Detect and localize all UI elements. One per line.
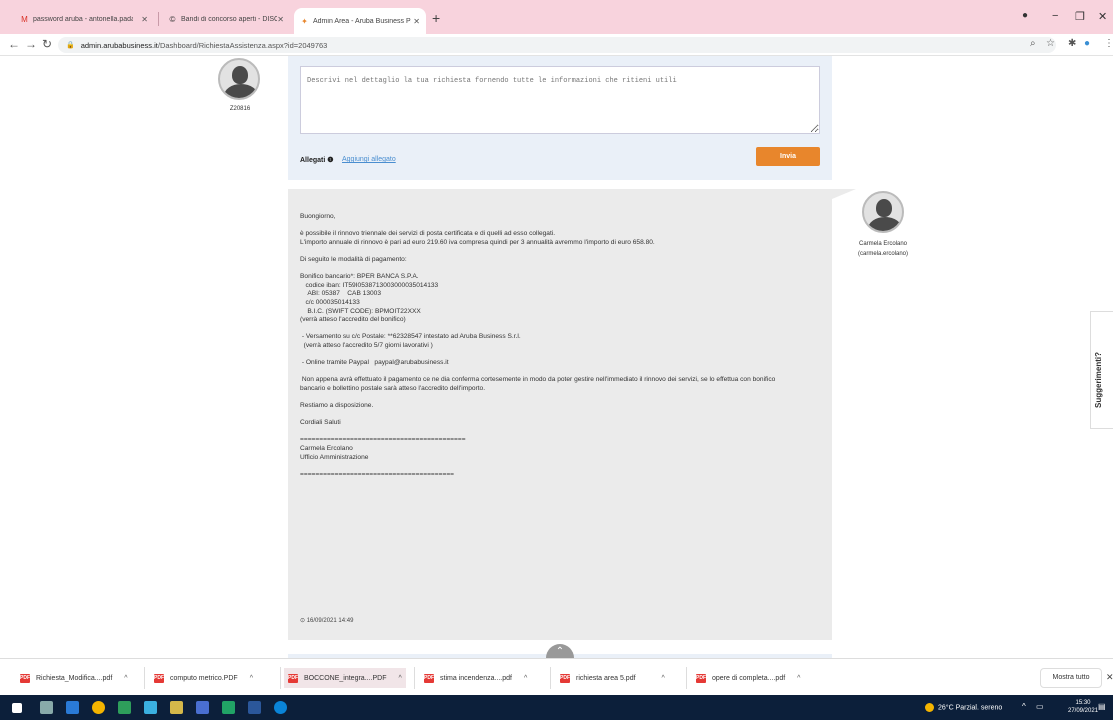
lock-icon: 🔒 bbox=[66, 42, 75, 49]
disco-icon: © bbox=[169, 14, 176, 24]
add-attachment-link[interactable]: Aggiungi allegato bbox=[342, 156, 396, 163]
download-item[interactable]: PDF stima incendenza....pdf ^ bbox=[424, 668, 527, 688]
network-icon[interactable]: ▭ bbox=[1036, 702, 1044, 711]
notifications-icon[interactable]: ▤ bbox=[1098, 702, 1106, 711]
tray-chevron-icon[interactable]: ^ bbox=[1022, 702, 1026, 711]
tab-disco[interactable]: © Bandi di concorso aperti - DISCo ✕ bbox=[162, 8, 290, 30]
pdf-icon: PDF bbox=[560, 673, 570, 683]
chevron-up-icon[interactable]: ^ bbox=[797, 675, 800, 682]
pdf-icon: PDF bbox=[154, 673, 164, 683]
download-item[interactable]: PDF BOCCONE_integra....PDF ^ bbox=[284, 668, 406, 688]
request-textarea[interactable] bbox=[300, 66, 820, 134]
pdf-icon: PDF bbox=[696, 673, 706, 683]
profile-avatar-icon[interactable]: ● bbox=[1084, 38, 1090, 49]
chevron-up-icon[interactable]: ^ bbox=[524, 675, 527, 682]
maximize-icon[interactable]: ❐ bbox=[1075, 10, 1085, 23]
extensions-icon[interactable]: ✱ bbox=[1068, 38, 1076, 49]
show-all-button[interactable]: Mostra tutto bbox=[1040, 668, 1102, 688]
page-content: Z20816 Allegati ❶ Aggiungi allegato Invi… bbox=[0, 56, 1113, 658]
operator-avatar bbox=[862, 191, 904, 233]
suggestions-tab[interactable]: Suggerimenti? bbox=[1090, 311, 1113, 429]
edge-icon[interactable] bbox=[274, 701, 287, 714]
tab-label: password aruba - antonella.pada bbox=[33, 15, 133, 23]
windows-start-icon[interactable] bbox=[12, 703, 22, 713]
download-item[interactable]: PDF richiesta area 5.pdf ^ bbox=[560, 668, 665, 688]
close-tab-icon[interactable]: ✕ bbox=[277, 15, 284, 24]
file-explorer-icon[interactable] bbox=[170, 701, 183, 714]
send-button[interactable]: Invia bbox=[756, 147, 820, 166]
download-item[interactable]: PDF Richiesta_Modifica....pdf ^ bbox=[20, 668, 128, 688]
download-item[interactable]: PDF opere di completa....pdf ^ bbox=[696, 668, 800, 688]
windows-taskbar: 26°C Parzial. sereno ^ ▭ 15:30 27/09/2021… bbox=[0, 695, 1113, 720]
app-icon[interactable] bbox=[144, 701, 157, 714]
close-window-icon[interactable]: ✕ bbox=[1098, 10, 1107, 23]
browser-tab-bar: M password aruba - antonella.pada ✕ © Ba… bbox=[0, 0, 1113, 34]
url-bar[interactable]: 🔒 admin.arubabusiness.it/Dashboard/Richi… bbox=[58, 37, 1056, 53]
tab-label: Bandi di concorso aperti - DISCo bbox=[181, 15, 277, 23]
info-icon: ❶ bbox=[327, 157, 334, 164]
download-item[interactable]: PDF computo metrico.PDF ^ bbox=[154, 668, 253, 688]
aruba-icon: ✦ bbox=[301, 16, 308, 26]
clock-icon: ⊙ bbox=[300, 618, 306, 624]
close-tab-icon[interactable]: ✕ bbox=[413, 17, 420, 26]
tab-divider bbox=[158, 12, 159, 26]
operator-name: Carmela Ercolano bbox=[858, 241, 908, 247]
clock[interactable]: 15:30 27/09/2021 bbox=[1068, 699, 1098, 715]
profile-dot-icon[interactable]: ● bbox=[1022, 10, 1028, 21]
forward-icon[interactable]: → bbox=[25, 37, 37, 51]
message-arrow bbox=[832, 189, 856, 199]
zoom-search-icon[interactable]: ⌕ bbox=[1030, 38, 1036, 49]
reload-icon[interactable]: ↻ bbox=[42, 37, 52, 51]
address-toolbar: ← → ↻ 🔒 admin.arubabusiness.it/Dashboard… bbox=[0, 34, 1113, 56]
pdf-icon: PDF bbox=[424, 673, 434, 683]
pdf-icon: PDF bbox=[288, 673, 298, 683]
tab-gmail[interactable]: M password aruba - antonella.pada ✕ bbox=[14, 8, 154, 30]
download-bar: PDF Richiesta_Modifica....pdf ^ PDF computo… bbox=[0, 658, 1113, 695]
bookmark-star-icon[interactable]: ☆ bbox=[1046, 38, 1055, 49]
pdf-icon: PDF bbox=[20, 673, 30, 683]
back-icon[interactable]: ← bbox=[8, 37, 20, 51]
attachments-label: Allegati ❶ bbox=[300, 157, 334, 164]
user-name: Z20816 bbox=[229, 106, 251, 112]
new-tab-icon[interactable]: + bbox=[432, 10, 440, 26]
chevron-up-icon[interactable]: ^ bbox=[662, 675, 665, 682]
close-download-bar-icon[interactable]: ✕ bbox=[1106, 672, 1113, 683]
app-icon[interactable] bbox=[196, 701, 209, 714]
task-view-icon[interactable] bbox=[40, 701, 53, 714]
weather-widget[interactable]: 26°C Parzial. sereno bbox=[925, 703, 1002, 712]
chrome-icon[interactable] bbox=[92, 701, 105, 714]
user-avatar bbox=[218, 58, 260, 100]
tab-label: Admin Area - Aruba Business Pa bbox=[313, 17, 411, 25]
word-icon[interactable] bbox=[248, 701, 261, 714]
url-path: /Dashboard/RichiestaAssistenza.aspx?id=2… bbox=[157, 40, 328, 50]
operator-username: (carmela.ercolano) bbox=[857, 251, 909, 257]
url-host: admin.arubabusiness.it bbox=[80, 40, 158, 50]
message-date: ⊙ 16/09/2021 14:49 bbox=[300, 618, 354, 624]
outlook-icon[interactable] bbox=[66, 701, 79, 714]
gmail-icon: M bbox=[21, 14, 28, 24]
sun-icon bbox=[925, 703, 934, 712]
minimize-icon[interactable]: − bbox=[1052, 10, 1058, 22]
chevron-up-icon[interactable]: ^ bbox=[250, 675, 253, 682]
scroll-up-button[interactable]: ⌃ bbox=[546, 644, 574, 658]
excel-icon[interactable] bbox=[222, 701, 235, 714]
tab-admin-area[interactable]: ✦ Admin Area - Aruba Business Pa ✕ bbox=[294, 8, 426, 34]
message-body: Buongiorno, è possibile il rinnovo trien… bbox=[300, 213, 776, 478]
chevron-up-icon[interactable]: ^ bbox=[124, 675, 127, 682]
chevron-up-icon[interactable]: ^ bbox=[398, 675, 401, 682]
excel-icon[interactable] bbox=[118, 701, 131, 714]
close-tab-icon[interactable]: ✕ bbox=[141, 15, 148, 24]
menu-icon[interactable]: ⋮ bbox=[1104, 38, 1113, 49]
